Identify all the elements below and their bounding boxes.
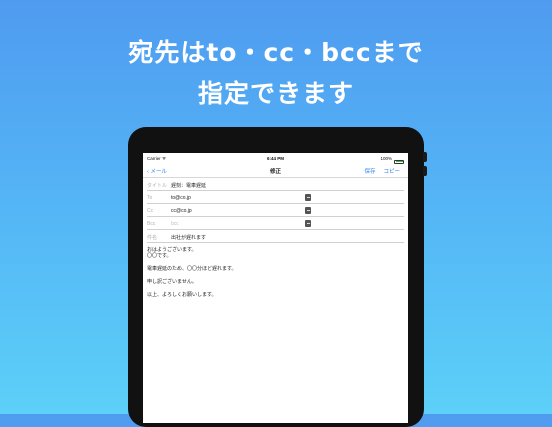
to-value[interactable]: to@co.jp xyxy=(171,195,191,201)
volume-up-button xyxy=(423,152,427,162)
field-label: 件名 xyxy=(147,235,158,241)
cc-value[interactable]: cc@co.jp xyxy=(171,208,192,214)
subject-field[interactable]: 件名 出社が遅れます xyxy=(143,231,408,243)
save-button[interactable]: 保存 xyxy=(364,167,375,175)
title-value[interactable]: 遅刻：電車遅延 xyxy=(171,182,206,189)
tablet-screen: Carrier ᯤ 6:44 PM 100% ‹ メール 修正 保存 コピー タ… xyxy=(143,153,408,423)
address-book-icon[interactable] xyxy=(305,194,311,201)
address-book-icon[interactable] xyxy=(305,220,311,227)
copy-button[interactable]: コピー xyxy=(383,167,400,175)
bcc-field[interactable]: Bcc bcc xyxy=(143,218,408,230)
cc-field[interactable]: Cc cc@co.jp xyxy=(143,205,408,217)
subject-value[interactable]: 出社が遅れます xyxy=(171,234,206,241)
battery-percent: 100% xyxy=(380,156,392,161)
battery-indicator: 100% xyxy=(380,156,404,164)
volume-down-button xyxy=(423,166,427,176)
to-field[interactable]: To to@co.jp xyxy=(143,192,408,204)
status-time: 6:44 PM xyxy=(266,156,284,161)
body-line: 以上、よろしくお願いします。 xyxy=(147,292,217,299)
headline-line-2: 指定できます xyxy=(197,79,354,108)
field-label: Bcc xyxy=(147,221,156,227)
headline-line-1: 宛先はto・cc・bccまで xyxy=(128,38,424,67)
address-book-icon[interactable] xyxy=(305,207,311,214)
field-label: タイトル xyxy=(147,183,168,189)
navigation-bar: ‹ メール 修正 保存 コピー xyxy=(143,163,408,178)
status-bar: Carrier ᯤ 6:44 PM 100% xyxy=(143,153,408,164)
field-label: To xyxy=(147,195,153,201)
bcc-value[interactable]: bcc xyxy=(171,221,179,227)
title-field[interactable]: タイトル 遅刻：電車遅延 xyxy=(143,179,408,191)
message-body[interactable]: おはようございます。 〇〇です。 電車遅延のため、〇〇分ほど遅れます。 申し訳ご… xyxy=(147,247,397,298)
field-label: Cc xyxy=(147,208,154,214)
